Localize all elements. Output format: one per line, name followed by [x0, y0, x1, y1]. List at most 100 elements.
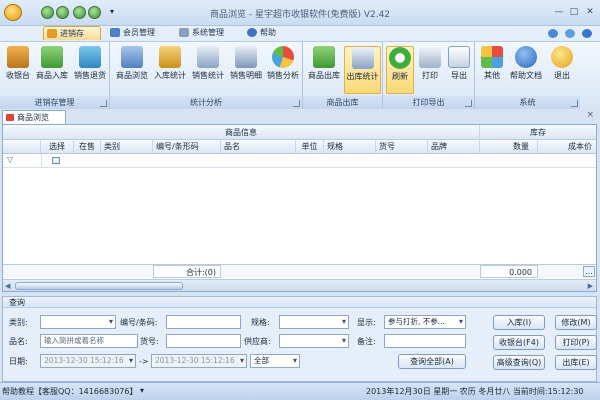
- exit-button[interactable]: 退出: [548, 46, 576, 94]
- col-item-no[interactable]: 货号: [376, 140, 428, 153]
- ribbon: 进销存 会员管理 系统管理 帮助 收银台 商品入库 销售退货 进销存管理 商品浏…: [0, 26, 600, 109]
- remark-input[interactable]: [384, 334, 466, 348]
- col-quantity[interactable]: 数量: [480, 140, 538, 153]
- group-inventory-management: 收银台 商品入库 销售退货 进销存管理: [0, 42, 110, 109]
- stock-out-stats-button[interactable]: 出库统计: [344, 46, 381, 94]
- settings-icon[interactable]: [565, 29, 575, 38]
- filter-icon[interactable]: ▽: [7, 155, 13, 164]
- help-round-icon[interactable]: [582, 29, 592, 38]
- scroll-left-icon[interactable]: ◀: [5, 282, 10, 290]
- help-doc-button[interactable]: 帮助文档: [507, 46, 545, 94]
- stock-in-action-button[interactable]: 入库(I): [493, 315, 545, 330]
- col-on-sale[interactable]: 在售: [74, 140, 101, 153]
- stock-in-button[interactable]: 商品入库: [34, 46, 70, 94]
- help-icon: [515, 46, 537, 68]
- close-button[interactable]: ✕: [583, 6, 597, 18]
- name-input[interactable]: 输入简拼或着名称: [40, 334, 138, 348]
- button-label: 其他: [484, 71, 500, 80]
- filter-row: ▽: [3, 154, 596, 168]
- sales-analysis-button[interactable]: 销售分析: [265, 46, 301, 94]
- tab-label: 进销存: [60, 29, 84, 38]
- item-no-input[interactable]: [166, 334, 241, 348]
- group-statistics: 商品浏览 入库统计 销售统计 销售明细 销售分析 统计分析: [110, 42, 303, 109]
- print-action-button[interactable]: 打印(P): [555, 335, 597, 350]
- name-label: 品名:: [9, 337, 28, 346]
- query-all-button[interactable]: 查询全部(A): [398, 354, 466, 369]
- group-launcher-icon[interactable]: [293, 100, 300, 107]
- stock-out-button[interactable]: 商品出库: [306, 46, 342, 94]
- document-tab[interactable]: 商品浏览: [2, 110, 66, 124]
- tab-label: 系统管理: [192, 28, 224, 37]
- supplier-select[interactable]: [279, 334, 349, 348]
- item-no-label: 货号:: [140, 337, 159, 346]
- more-columns-button[interactable]: ...: [583, 266, 595, 277]
- group-label: 商品出库: [303, 96, 382, 109]
- group-launcher-icon[interactable]: [571, 100, 578, 107]
- other-button[interactable]: 其他: [479, 46, 505, 94]
- button-label: 帮助文档: [510, 71, 542, 80]
- button-label: 商品浏览: [116, 71, 148, 80]
- stock-out-stats-icon: [351, 47, 374, 69]
- category-select[interactable]: [40, 315, 116, 329]
- group-system: 其他 帮助文档 退出 系统: [475, 42, 580, 109]
- sales-return-button[interactable]: 销售退货: [72, 46, 108, 94]
- maximize-button[interactable]: □: [567, 6, 581, 18]
- group-launcher-icon[interactable]: [100, 100, 107, 107]
- col-category[interactable]: 类别: [101, 140, 153, 153]
- column-header-row: 选择 在售 类别 编号/条形码 品名 单位 规格 货号 品牌 数量 成本价: [3, 140, 596, 154]
- button-label: 销售明细: [230, 71, 262, 80]
- status-dropdown-icon[interactable]: ▾: [140, 386, 144, 395]
- date-from-picker[interactable]: 2013-12-30 15:12:16: [40, 354, 136, 368]
- group-stock-out: 商品出库 出库统计 商品出库: [303, 42, 383, 109]
- select-all-checkbox[interactable]: [52, 157, 60, 164]
- stock-out-action-button[interactable]: 出库(E): [555, 355, 597, 370]
- print-button[interactable]: 打印: [417, 46, 443, 94]
- tab-help[interactable]: 帮助: [244, 26, 284, 40]
- col-unit[interactable]: 单位: [296, 140, 324, 153]
- cashier-action-button[interactable]: 收银台(F4): [493, 335, 545, 350]
- date-label: 日期:: [9, 357, 28, 366]
- advanced-query-button[interactable]: 高级查询(Q): [493, 355, 545, 370]
- group-launcher-icon[interactable]: [465, 100, 472, 107]
- minimize-button[interactable]: —: [552, 6, 566, 18]
- button-label: 商品入库: [36, 71, 68, 80]
- scroll-thumb[interactable]: [15, 282, 183, 290]
- date-to-picker[interactable]: 2013-12-30 15:12:16: [151, 354, 247, 368]
- col-brand[interactable]: 品牌: [428, 140, 480, 153]
- stock-in-stats-button[interactable]: 入库统计: [152, 46, 188, 94]
- sales-stats-button[interactable]: 销售统计: [190, 46, 226, 94]
- col-code[interactable]: 编号/条形码: [153, 140, 221, 153]
- color-scheme-icon[interactable]: [548, 29, 558, 38]
- horizontal-scrollbar[interactable]: ◀ ▶: [3, 279, 596, 291]
- scroll-right-icon[interactable]: ▶: [588, 282, 593, 290]
- button-label: 收银台: [6, 71, 30, 80]
- spec-label: 规格:: [251, 318, 270, 327]
- tab-inventory[interactable]: 进销存: [43, 26, 101, 40]
- status-bar: 帮助教程【客服QQ：1416683076】 ▾ 2013年12月30日 星期一 …: [0, 382, 600, 400]
- show-select[interactable]: 参与打折, 不参...: [384, 315, 466, 329]
- button-label: 商品出库: [308, 71, 340, 80]
- close-tab-icon[interactable]: ×: [586, 110, 594, 120]
- group-print-export: 刷新 打印 导出 打印导出: [383, 42, 475, 109]
- tab-members[interactable]: 会员管理: [107, 26, 169, 40]
- refresh-button[interactable]: 刷新: [386, 46, 414, 94]
- date-arrow: ->: [139, 357, 149, 366]
- browse-goods-button[interactable]: 商品浏览: [114, 46, 150, 94]
- tab-system[interactable]: 系统管理: [176, 26, 238, 40]
- help-tutorial-link[interactable]: 帮助教程【客服QQ：1416683076】: [2, 386, 138, 397]
- export-button[interactable]: 导出: [446, 46, 472, 94]
- spec-select[interactable]: [279, 315, 349, 329]
- sales-detail-button[interactable]: 销售明细: [228, 46, 264, 94]
- col-select[interactable]: 选择: [41, 140, 74, 153]
- col-name[interactable]: 品名: [221, 140, 296, 153]
- col-cost[interactable]: 成本价: [538, 140, 596, 153]
- date-range-select[interactable]: 全部: [250, 354, 300, 368]
- col-spec[interactable]: 规格: [324, 140, 376, 153]
- code-input[interactable]: [166, 315, 241, 329]
- category-label: 类别:: [9, 318, 28, 327]
- cashier-button[interactable]: 收银台: [3, 46, 33, 94]
- modify-button[interactable]: 修改(M): [555, 315, 597, 330]
- group-label: 打印导出: [383, 96, 474, 109]
- stock-out-icon: [313, 46, 335, 68]
- system-tab-icon: [179, 28, 189, 37]
